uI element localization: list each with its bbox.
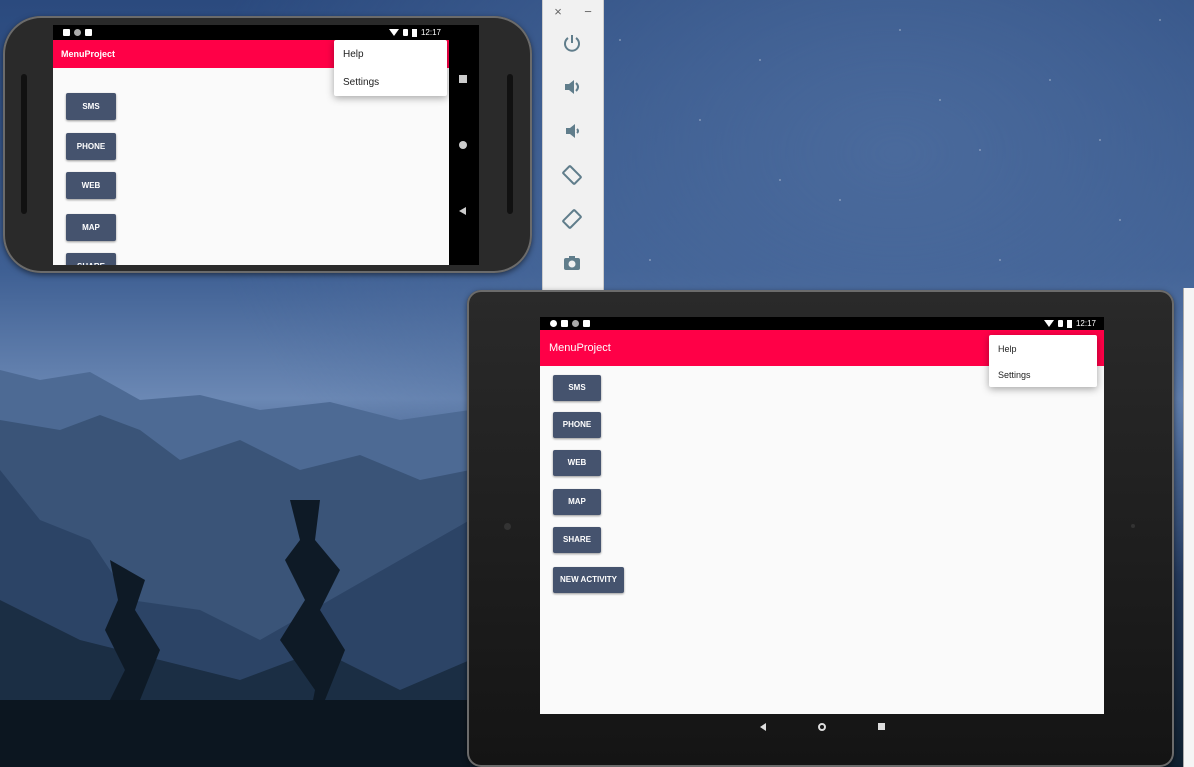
settings-status-icon <box>550 320 557 327</box>
phone-menu-item-settings[interactable]: Settings <box>343 77 379 88</box>
phone-status-bar: 12:17 <box>53 25 449 40</box>
back-icon[interactable] <box>759 722 766 731</box>
signal-icon <box>402 29 408 36</box>
signal-icon <box>1057 320 1063 327</box>
phone-screen: 12:17 MenuProject SMS PHONE WEB MAP SHAR… <box>53 25 449 265</box>
sync-icon <box>74 29 81 36</box>
phone-speaker-right <box>507 74 513 214</box>
overview-icon[interactable] <box>877 723 885 730</box>
battery-icon <box>411 28 417 37</box>
volume-down-icon[interactable] <box>557 116 587 146</box>
tablet-menu-item-help[interactable]: Help <box>998 344 1017 354</box>
volume-up-icon[interactable] <box>557 72 587 102</box>
phone-speaker-left <box>21 74 27 214</box>
rotate-left-icon[interactable] <box>557 160 587 190</box>
tablet-phone-button[interactable]: PHONE <box>553 412 601 438</box>
tablet-emulator-frame: 12:17 MenuProject SMS PHONE WEB MAP SHAR… <box>467 290 1174 767</box>
minimize-icon[interactable]: − <box>584 4 592 19</box>
battery-icon <box>1066 319 1072 328</box>
tablet-status-bar: 12:17 <box>540 317 1104 330</box>
tablet-web-button[interactable]: WEB <box>553 450 601 476</box>
notification-icon <box>63 29 70 36</box>
wifi-icon <box>388 29 399 36</box>
phone-status-time: 12:17 <box>420 28 441 37</box>
phone-menu-item-help[interactable]: Help <box>343 49 364 60</box>
power-icon[interactable] <box>557 28 587 58</box>
close-icon[interactable]: × <box>554 4 562 19</box>
phone-map-button[interactable]: MAP <box>66 214 116 241</box>
phone-emulator-frame: 12:17 MenuProject SMS PHONE WEB MAP SHAR… <box>3 16 532 273</box>
tablet-nav-bar <box>540 714 1104 739</box>
tablet-menu-item-settings[interactable]: Settings <box>998 370 1031 380</box>
tablet-map-button[interactable]: MAP <box>553 489 601 515</box>
phone-overflow-menu: Help Settings <box>334 40 447 96</box>
overview-icon[interactable] <box>459 75 467 83</box>
camera-icon[interactable] <box>557 248 587 278</box>
tablet-sms-button[interactable]: SMS <box>553 375 601 401</box>
tablet-share-button[interactable]: SHARE <box>553 527 601 553</box>
sync-icon <box>572 320 579 327</box>
phone-web-button[interactable]: WEB <box>66 172 116 199</box>
tablet-sensor-dot <box>1131 524 1135 528</box>
tablet-app-title: MenuProject <box>549 342 611 354</box>
tablet-camera-dot <box>504 523 511 530</box>
notification-icon <box>561 320 568 327</box>
tablet-status-time: 12:17 <box>1075 319 1096 328</box>
tablet-screen: 12:17 MenuProject SMS PHONE WEB MAP SHAR… <box>540 317 1104 714</box>
home-icon[interactable] <box>817 722 826 731</box>
home-icon[interactable] <box>459 141 467 149</box>
emulator-toolbar: × − <box>542 0 604 290</box>
phone-share-button[interactable]: SHARE <box>66 253 116 265</box>
tablet-overflow-menu: Help Settings <box>989 335 1097 387</box>
adjacent-window-edge <box>1183 288 1194 767</box>
rotate-right-icon[interactable] <box>557 204 587 234</box>
phone-sms-button[interactable]: SMS <box>66 93 116 120</box>
tablet-new-activity-button[interactable]: NEW ACTIVITY <box>553 567 624 593</box>
phone-nav-bar <box>449 25 479 265</box>
wifi-icon <box>1043 320 1054 327</box>
sd-card-icon <box>85 29 92 36</box>
back-icon[interactable] <box>459 207 466 215</box>
phone-phone-button[interactable]: PHONE <box>66 133 116 160</box>
phone-app-title: MenuProject <box>61 49 116 59</box>
sd-card-icon <box>583 320 590 327</box>
